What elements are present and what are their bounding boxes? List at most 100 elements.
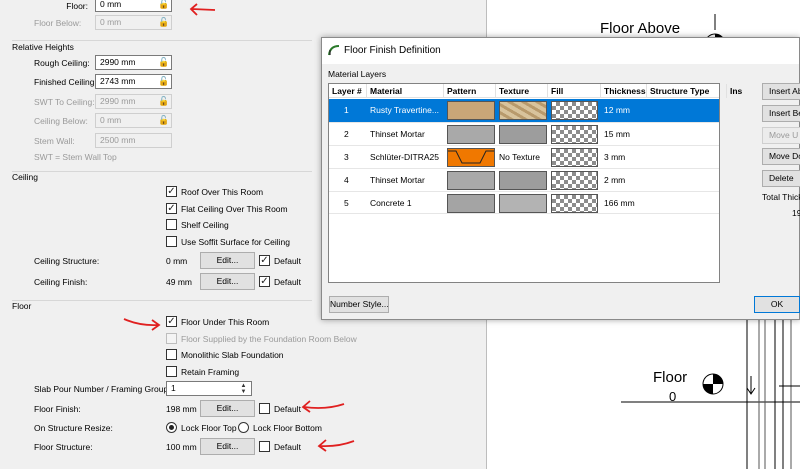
ceiling-finish-default-checkbox[interactable]: ✓ — [259, 276, 270, 287]
soffit-label: Use Soffit Surface for Ceiling — [181, 237, 290, 247]
divider — [12, 300, 312, 301]
swt-note: SWT = Stem Wall Top — [34, 152, 117, 162]
table-row[interactable]: 3 Schlüter-DITRA25 No Texture 3 mm — [329, 145, 719, 168]
ceiling-finish-label: Ceiling Finish: — [34, 277, 88, 287]
fill-swatch[interactable] — [551, 194, 598, 213]
on-resize-label: On Structure Resize: — [34, 423, 113, 433]
floor-finish-edit-button[interactable]: Edit... — [200, 400, 255, 417]
lock-floor-top-radio[interactable] — [166, 422, 177, 433]
move-down-button[interactable]: Move Do — [762, 148, 800, 165]
flat-ceiling-checkbox[interactable]: ✓ — [166, 203, 177, 214]
divider — [12, 171, 312, 172]
move-up-button: Move U — [762, 127, 800, 144]
divider — [12, 40, 312, 41]
finished-ceiling-label: Finished Ceiling: — [34, 77, 97, 87]
pattern-swatch[interactable] — [447, 194, 495, 213]
soffit-checkbox[interactable] — [166, 236, 177, 247]
table-row[interactable]: 2 Thinset Mortar 15 mm — [329, 122, 719, 145]
fill-swatch[interactable] — [551, 101, 598, 120]
insert-above-button[interactable]: Insert Ab — [762, 83, 800, 100]
texture-swatch[interactable] — [499, 125, 547, 144]
swt-to-ceiling-label: SWT To Ceiling: — [34, 97, 95, 107]
red-arrow-annotation — [301, 400, 345, 413]
floor-structure-value: 100 mm — [166, 442, 197, 452]
floor-below-label: Floor Below: — [34, 18, 82, 28]
column-header[interactable]: Texture — [496, 84, 548, 98]
column-header[interactable]: Layer # — [329, 84, 367, 98]
floor-finish-definition-dialog: Floor Finish Definition Material Layers … — [321, 37, 800, 320]
shelf-ceiling-label: Shelf Ceiling — [181, 220, 229, 230]
floor-structure-default-checkbox[interactable] — [259, 441, 270, 452]
shelf-ceiling-checkbox[interactable] — [166, 219, 177, 230]
fill-swatch[interactable] — [551, 148, 598, 167]
lock-floor-bottom-radio[interactable] — [238, 422, 249, 433]
fill-swatch[interactable] — [551, 171, 598, 190]
floor-under-label: Floor Under This Room — [181, 317, 270, 327]
lock-icon[interactable]: 🔓 — [158, 57, 169, 68]
column-header[interactable]: Thickness — [601, 84, 647, 98]
column-header[interactable]: Material — [367, 84, 444, 98]
floor-label: Floor: — [66, 1, 88, 11]
floor-finish-default-checkbox[interactable] — [259, 403, 270, 414]
floor-supplied-checkbox — [166, 333, 177, 344]
table-row[interactable]: 1 Rusty Travertine... 12 mm — [329, 99, 719, 122]
ceiling-finish-value: 49 mm — [166, 277, 192, 287]
default-label: Default — [274, 256, 301, 266]
floor-below-input: 0 mm 🔓 — [95, 15, 172, 30]
pattern-swatch[interactable] — [447, 148, 495, 167]
pattern-swatch[interactable] — [447, 101, 495, 120]
delete-button[interactable]: Delete — [762, 170, 800, 187]
ceiling-below-label: Ceiling Below: — [34, 116, 88, 126]
floor-input[interactable]: 0 mm 🔓 — [95, 0, 172, 12]
default-label: Default — [274, 277, 301, 287]
column-header[interactable]: Pattern — [444, 84, 496, 98]
red-arrow-annotation — [123, 318, 161, 331]
material-layers-table[interactable]: Layer # Material Pattern Texture Fill Th… — [328, 83, 767, 283]
roof-over-label: Roof Over This Room — [181, 187, 264, 197]
lock-icon: 🔓 — [158, 17, 170, 27]
slab-pour-input[interactable]: 1 ▲ ▼ — [166, 381, 252, 396]
ceiling-finish-edit-button[interactable]: Edit... — [200, 273, 255, 290]
roof-over-checkbox[interactable]: ✓ — [166, 186, 177, 197]
lock-floor-bottom-label: Lock Floor Bottom — [253, 423, 322, 433]
table-row[interactable]: 5 Concrete 1 166 mm — [329, 191, 719, 214]
fill-swatch[interactable] — [551, 125, 598, 144]
lock-icon[interactable]: 🔓 — [158, 0, 169, 10]
number-style-button[interactable]: Number Style... — [329, 296, 389, 313]
app-icon — [328, 45, 340, 56]
lock-floor-top-label: Lock Floor Top — [181, 423, 237, 433]
lock-icon: 🔓 — [158, 115, 170, 125]
texture-swatch[interactable] — [499, 101, 547, 120]
column-header[interactable]: Structure Type — [647, 84, 727, 98]
flat-ceiling-label: Flat Ceiling Over This Room — [181, 204, 288, 214]
table-header: Layer # Material Pattern Texture Fill Th… — [329, 84, 767, 98]
ditra-pattern-icon — [448, 150, 494, 164]
pattern-swatch[interactable] — [447, 125, 495, 144]
column-header[interactable]: Ins — [727, 84, 767, 98]
ceiling-below-input: 0 mm 🔓 — [95, 113, 172, 128]
rough-ceiling-input[interactable]: 2990 mm 🔓 — [95, 55, 172, 70]
lock-icon[interactable]: 🔓 — [158, 76, 169, 87]
finished-ceiling-input[interactable]: 2743 mm 🔓 — [95, 74, 172, 89]
pattern-swatch[interactable] — [447, 171, 495, 190]
spinner-icon[interactable]: ▲ ▼ — [238, 383, 249, 395]
monolithic-checkbox[interactable] — [166, 349, 177, 360]
ok-button[interactable]: OK — [754, 296, 800, 313]
column-header[interactable]: Fill — [548, 84, 601, 98]
ceiling-heading: Ceiling — [12, 172, 38, 182]
default-label: Default — [274, 442, 301, 452]
table-row[interactable]: 4 Thinset Mortar 2 mm — [329, 168, 719, 191]
relative-heights-heading: Relative Heights — [12, 42, 74, 52]
texture-swatch[interactable] — [499, 194, 547, 213]
floor-heading: Floor — [12, 301, 32, 311]
floor-structure-label: Floor Structure: — [34, 442, 93, 452]
ceiling-structure-edit-button[interactable]: Edit... — [200, 252, 255, 269]
stem-wall-input: 2500 mm — [95, 133, 172, 148]
floor-structure-edit-button[interactable]: Edit... — [200, 438, 255, 455]
dialog-titlebar[interactable]: Floor Finish Definition — [322, 38, 799, 64]
floor-under-checkbox[interactable]: ✓ — [166, 316, 177, 327]
ceiling-structure-default-checkbox[interactable]: ✓ — [259, 255, 270, 266]
insert-below-button[interactable]: Insert Be — [762, 105, 800, 122]
retain-framing-checkbox[interactable] — [166, 366, 177, 377]
texture-swatch[interactable] — [499, 171, 547, 190]
